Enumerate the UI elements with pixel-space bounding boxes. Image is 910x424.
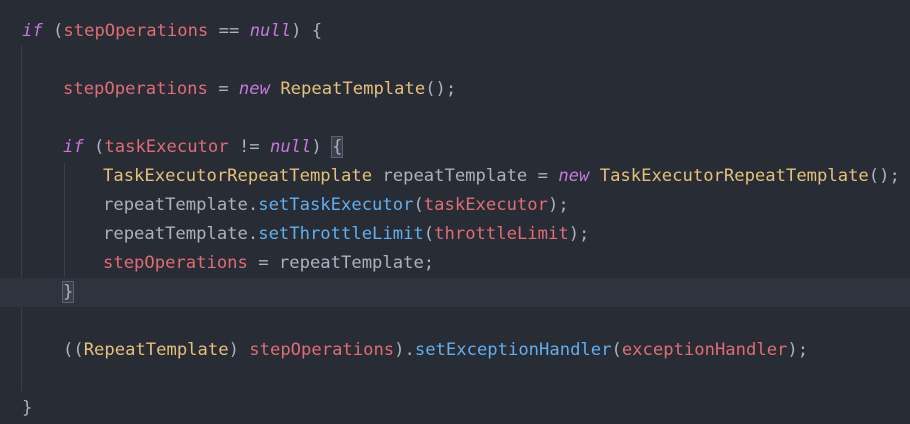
code-line[interactable]: TaskExecutorRepeatTemplate repeatTemplat… [0, 162, 910, 191]
code-token: ( [83, 137, 105, 157]
code-token: ) { [291, 21, 323, 41]
code-line[interactable]: } [0, 394, 910, 423]
code-token: new [238, 79, 270, 99]
code-line[interactable] [0, 46, 910, 75]
code-line-content: } [61, 278, 75, 307]
code-token: null [270, 137, 312, 157]
code-line-content: ((RepeatTemplate) stepOperations).setExc… [63, 336, 808, 365]
code-token: } [61, 281, 75, 303]
code-token: == [208, 21, 250, 41]
code-token: ). [394, 340, 415, 360]
code-token: != [228, 137, 270, 157]
code-token: = [207, 79, 239, 99]
code-token: stepOperations [63, 79, 208, 99]
code-token: ); [787, 340, 809, 360]
code-token: RepeatTemplate [83, 340, 229, 360]
code-token: setTaskExecutor [258, 195, 414, 215]
code-token: setExceptionHandler [414, 340, 612, 360]
code-line-content: stepOperations = new RepeatTemplate(); [63, 75, 456, 104]
code-token: = repeatTemplate; [247, 253, 435, 273]
code-token: } [22, 398, 33, 418]
code-line[interactable]: repeatTemplate.setThrottleLimit(throttle… [0, 220, 910, 249]
code-token: TaskExecutorRepeatTemplate [103, 166, 373, 186]
code-line[interactable]: if (taskExecutor != null) { [0, 133, 910, 162]
code-token: taskExecutor [104, 137, 229, 157]
code-token: repeatTemplate = [372, 166, 559, 186]
code-token: ( [611, 340, 622, 360]
code-token: ) [228, 340, 250, 360]
code-token: (( [63, 340, 84, 360]
code-line[interactable] [0, 365, 910, 394]
code-line-content: TaskExecutorRepeatTemplate repeatTemplat… [103, 162, 900, 191]
code-token: (); [868, 166, 900, 186]
code-token: repeatTemplate. [103, 224, 259, 244]
code-editor[interactable]: if (stepOperations == null) {stepOperati… [0, 0, 910, 424]
code-token: ( [423, 224, 435, 244]
code-token: taskExecutor [423, 195, 548, 215]
code-token: ); [568, 224, 590, 244]
code-line[interactable]: } [0, 278, 910, 307]
code-line[interactable] [0, 104, 910, 133]
code-line[interactable]: stepOperations = repeatTemplate; [0, 249, 910, 278]
code-token: throttleLimit [434, 224, 569, 244]
code-line-content: } [22, 394, 32, 423]
code-token: (); [425, 79, 457, 99]
code-token: ( [413, 195, 424, 215]
code-token: RepeatTemplate [280, 79, 426, 99]
code-token: stepOperations [249, 340, 395, 360]
code-line[interactable]: if (stepOperations == null) { [0, 17, 910, 46]
code-token: ( [42, 21, 64, 41]
code-token: ) [311, 137, 333, 157]
code-line[interactable]: ((RepeatTemplate) stepOperations).setExc… [0, 336, 910, 365]
code-line-content: if (taskExecutor != null) { [63, 133, 344, 162]
code-token: if [63, 137, 84, 157]
code-line-content: repeatTemplate.setTaskExecutor(taskExecu… [103, 191, 569, 220]
code-token: stepOperations [103, 253, 248, 273]
code-token: exceptionHandler [621, 340, 788, 360]
code-line[interactable]: stepOperations = new RepeatTemplate(); [0, 75, 910, 104]
code-token: ); [547, 195, 569, 215]
code-token: { [331, 136, 344, 158]
code-line[interactable]: repeatTemplate.setTaskExecutor(taskExecu… [0, 191, 910, 220]
code-token: setThrottleLimit [258, 224, 424, 244]
code-token: stepOperations [63, 21, 209, 41]
code-token: TaskExecutorRepeatTemplate [599, 166, 869, 186]
code-token: new [558, 166, 590, 186]
code-line-content: repeatTemplate.setThrottleLimit(throttle… [103, 220, 589, 249]
code-token: if [22, 21, 43, 41]
code-token: repeatTemplate. [103, 195, 259, 215]
code-token: null [249, 21, 292, 41]
code-line[interactable] [0, 307, 910, 336]
code-line-content: stepOperations = repeatTemplate; [103, 249, 434, 278]
code-line-content: if (stepOperations == null) { [22, 17, 322, 46]
